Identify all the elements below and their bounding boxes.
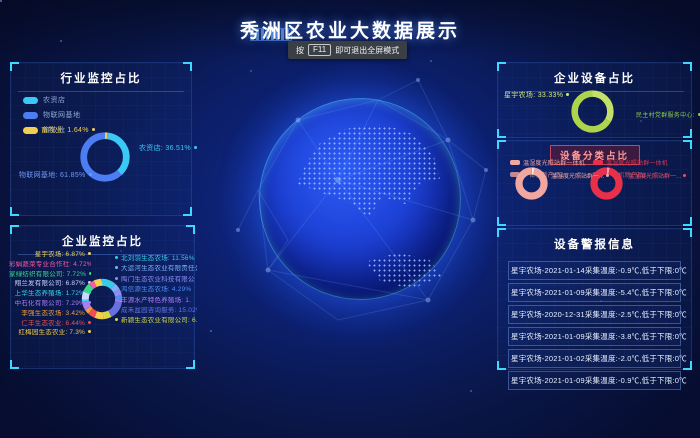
category-donut-left — [515, 167, 548, 200]
globe-network-lines — [228, 70, 496, 338]
legend-label: 农资店 — [43, 95, 66, 105]
corner-bracket — [183, 62, 192, 71]
legend-item: 温湿度光照站群一体机 — [593, 158, 668, 167]
chart-label: 大运河生态农业有限责任公 — [115, 265, 197, 272]
corner-bracket — [497, 129, 506, 138]
dashboard-stage: 秀洲区农业大数据展示 按 F11 即可退出全屏模式 行业监控占比 农资店 物联网… — [0, 0, 700, 438]
chart-callout: 物联网基地: 61.85% — [19, 170, 92, 180]
corner-bracket — [186, 360, 195, 369]
corner-bracket — [186, 225, 195, 234]
corner-bracket — [497, 140, 506, 149]
corner-bracket — [683, 140, 692, 149]
alarm-row: 星宇农场-2021-01-02采集温度:-2.0℃,低于下限:0℃ — [508, 349, 681, 368]
chart-label: 丰源水产特色养殖场: 1. — [115, 297, 191, 304]
corner-bracket — [683, 361, 692, 370]
corner-bracket — [10, 207, 19, 216]
f11-key-badge: F11 — [308, 44, 331, 56]
chart-label: 鸿信源生态农场: 4.29% — [115, 286, 191, 293]
legend-item: 农资店 — [23, 95, 81, 105]
panel-enterprise-monitor: 企业监控占比 星宇农场: 6.87% 彩娟蔬菜专业合作社: 4.72% 家绿纺织… — [10, 225, 195, 369]
alarm-row: 星宇农场-2021-01-09采集温度:-5.4℃,低于下限:0℃ — [508, 283, 681, 302]
panel-device-ratio: 企业设备占比 星宇农场: 33.33% 民主村党群服务中心: — [497, 62, 692, 138]
legend-swatch — [593, 160, 603, 165]
panel-title: 行业监控占比 — [18, 63, 184, 92]
chart-callout: 星宇农场: 33.33% — [504, 90, 569, 100]
panel-device-alarms: 设备警报信息 星宇农场-2021-01-14采集温度:-0.9℃,低于下限:0℃… — [497, 228, 692, 370]
chart-label: 北刘羽生态农场: 11.56% — [115, 255, 195, 262]
corner-bracket — [497, 62, 506, 71]
panel-device-category: 设备分类占比 温湿度光照站群一体机 一体机新产品1 温湿度光照站群一体机 — [497, 140, 692, 226]
corner-bracket — [683, 217, 692, 226]
corner-bracket — [497, 228, 506, 237]
legend-label: 温湿度光照站群一体机 — [523, 158, 585, 167]
panel-title: 设备警报信息 — [505, 229, 684, 257]
chart-label: 新颖生态农业有限公司: 6.87% — [115, 317, 197, 324]
corner-bracket — [683, 62, 692, 71]
alarm-row: 星宇农场-2021-01-09采集温度:-3.8℃,低于下限:0℃ — [508, 327, 681, 346]
legend-label: 物联网基地 — [43, 110, 81, 120]
tooltip-suffix: 即可退出全屏模式 — [335, 45, 399, 56]
corner-bracket — [10, 360, 19, 369]
legend-swatch — [23, 127, 38, 134]
chart-callout: 民主村党群服务中心: — [636, 110, 700, 119]
legend-item: 物联网基地 — [23, 110, 81, 120]
enterprise-donut-chart — [80, 277, 124, 321]
fullscreen-exit-tooltip: 按 F11 即可退出全屏模式 — [288, 41, 407, 59]
alarm-row: 星宇农场-2021-01-09采集温度:-0.9℃,低于下限:0℃ — [508, 371, 681, 390]
chart-label: 家绿纺织有限公司: 7.72% — [9, 271, 91, 278]
panel-industry-monitor: 行业监控占比 农资店 物联网基地 畜牧业 — [10, 62, 192, 216]
chart-label: 成禾盆园咨询服务: 15.02% — [115, 307, 197, 314]
enterprise-labels-right: 北刘羽生态农场: 11.56% 大运河生态农业有限责任公 陶门生态农业科技有限公… — [115, 255, 193, 324]
legend-swatch — [23, 112, 38, 119]
chart-callout: 温湿度光照站群一... — [628, 171, 686, 180]
alarm-row: 星宇农场-2020-12-31采集温度:-2.5℃,低于下限:0℃ — [508, 305, 681, 324]
corner-bracket — [497, 361, 506, 370]
corner-bracket — [183, 207, 192, 216]
corner-bracket — [683, 129, 692, 138]
chart-callout: 畜牧业: 1.64% — [41, 125, 95, 135]
device-donut-chart — [569, 88, 616, 135]
background-star-dots — [0, 0, 2, 2]
chart-callout: 农资店: 36.51% — [139, 143, 197, 153]
corner-bracket — [10, 225, 19, 234]
alarm-list: 星宇农场-2021-01-14采集温度:-0.9℃,低于下限:0℃ 星宇农场-2… — [498, 261, 691, 390]
chart-label: 陶门生态农业科技有限公 — [115, 276, 195, 283]
corner-bracket — [497, 217, 506, 226]
alarm-row: 星宇农场-2021-01-14采集温度:-0.9℃,低于下限:0℃ — [508, 261, 681, 280]
legend-label: 温湿度光照站群一体机 — [606, 158, 668, 167]
chart-label: 红梅园生态农业: 7.3% — [18, 329, 91, 336]
chart-label: 彩娟蔬菜专业合作社: 4.72% — [9, 261, 91, 268]
corner-bracket — [10, 62, 19, 71]
page-title: 秀洲区农业大数据展示 — [0, 16, 700, 43]
legend-item: 温湿度光照站群一体机 — [510, 158, 585, 167]
legend-swatch — [23, 97, 38, 104]
chart-callout: 温湿度光照站群一... — [551, 171, 609, 180]
chart-label: 星宇农场: 6.87% — [35, 251, 91, 258]
corner-bracket — [683, 228, 692, 237]
legend-swatch — [510, 160, 520, 165]
tooltip-prefix: 按 — [296, 45, 304, 56]
